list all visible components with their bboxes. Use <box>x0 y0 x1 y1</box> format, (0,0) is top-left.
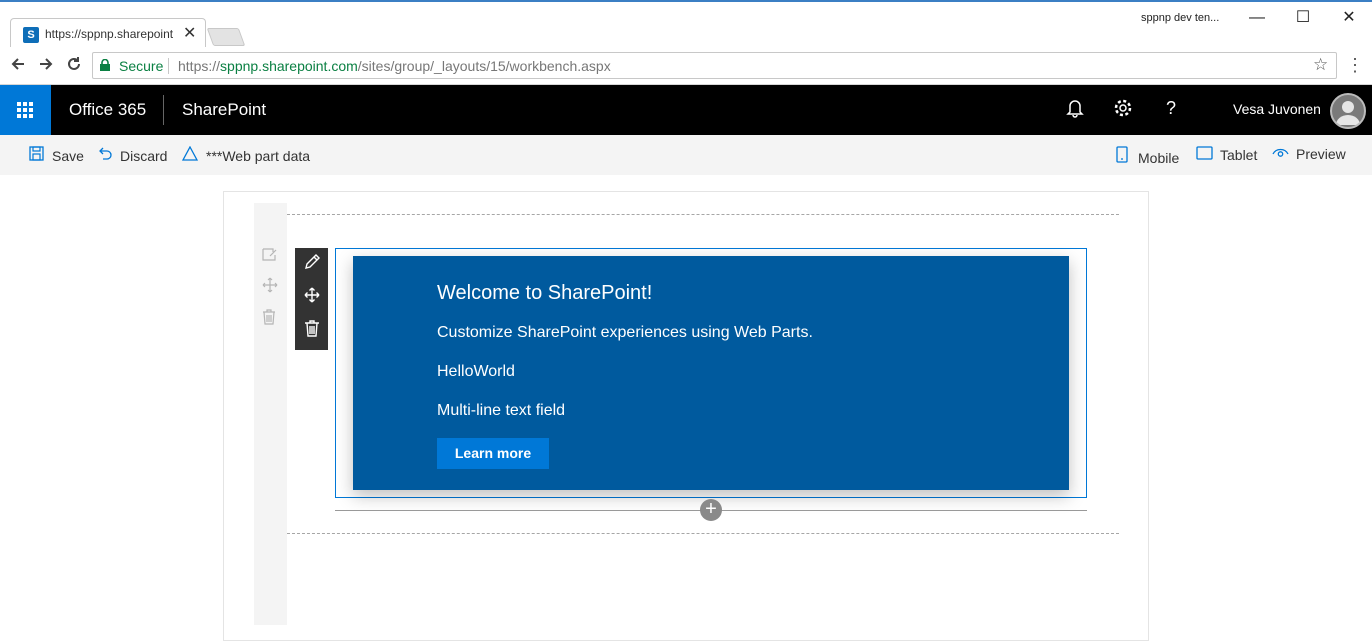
url-text: https://sppnp.sharepoint.com/sites/group… <box>178 58 611 74</box>
url-divider <box>168 58 169 74</box>
discard-button[interactable]: Discard <box>96 146 167 164</box>
web-part-data-label: ***Web part data <box>206 148 311 164</box>
browser-tabstrip: S https://sppnp.sharepoint ✕ sppnp dev t… <box>0 0 1372 49</box>
web-part-frame[interactable]: Welcome to SharePoint! Customize SharePo… <box>335 248 1087 498</box>
browser-tab[interactable]: S https://sppnp.sharepoint ✕ <box>10 18 206 49</box>
suite-bar: Office 365 SharePoint ? Vesa Juvonen <box>0 85 1372 135</box>
arrow-left-icon[interactable] <box>8 55 28 78</box>
triangle-icon <box>181 145 199 164</box>
workbench-command-bar: Save Discard ***Web part data Mobile Tab… <box>0 135 1372 175</box>
bell-icon[interactable] <box>1063 98 1087 123</box>
gear-icon[interactable] <box>1111 98 1135 123</box>
office-365-link[interactable]: Office 365 <box>69 100 146 120</box>
save-label: Save <box>52 148 84 164</box>
minimize-icon[interactable]: — <box>1234 6 1280 32</box>
window-close-icon[interactable]: ✕ <box>1326 6 1372 32</box>
add-web-part-icon[interactable]: + <box>700 499 722 521</box>
discard-label: Discard <box>120 148 168 164</box>
section-top-border <box>287 214 1119 215</box>
star-icon[interactable]: ☆ <box>1313 55 1328 75</box>
move-icon[interactable] <box>302 286 322 308</box>
address-bar[interactable]: Secure https://sppnp.sharepoint.com/site… <box>92 52 1337 79</box>
brand-divider <box>163 95 164 125</box>
tab-title: https://sppnp.sharepoint <box>45 27 174 41</box>
workbench-canvas: Welcome to SharePoint! Customize SharePo… <box>223 191 1149 641</box>
section-bottom-border <box>287 533 1119 534</box>
secure-label: Secure <box>119 58 164 74</box>
avatar[interactable] <box>1330 93 1366 129</box>
save-icon <box>28 146 44 164</box>
section-move-icon[interactable] <box>262 277 278 296</box>
web-part-title: Welcome to SharePoint! <box>437 282 653 304</box>
eye-icon <box>1272 146 1289 162</box>
undo-icon <box>96 146 112 164</box>
tablet-label: Tablet <box>1220 147 1258 163</box>
maximize-icon[interactable]: ☐ <box>1280 6 1326 32</box>
help-icon[interactable]: ? <box>1159 98 1183 119</box>
user-name[interactable]: Vesa Juvonen <box>1233 101 1321 117</box>
hello-world-web-part: Welcome to SharePoint! Customize SharePo… <box>353 256 1069 490</box>
lock-icon <box>100 59 110 71</box>
tab-close-icon[interactable]: ✕ <box>183 23 196 43</box>
preview-label: Preview <box>1296 146 1346 162</box>
section-delete-icon[interactable] <box>262 309 276 328</box>
mobile-label: Mobile <box>1138 150 1180 166</box>
url-scheme: https:// <box>178 58 221 74</box>
arrow-right-icon[interactable] <box>36 55 56 78</box>
url-host: sppnp.sharepoint.com <box>220 58 358 74</box>
trash-icon[interactable] <box>302 319 322 341</box>
tablet-icon <box>1196 146 1213 163</box>
preview-button[interactable]: Preview <box>1272 146 1346 162</box>
app-launcher-icon[interactable] <box>0 85 51 135</box>
tablet-preview-button[interactable]: Tablet <box>1196 146 1257 163</box>
browser-toolbar: Secure https://sppnp.sharepoint.com/site… <box>0 47 1372 85</box>
web-part-toolbar <box>295 248 328 350</box>
reload-icon[interactable] <box>64 55 84 78</box>
url-path: /sites/group/_layouts/15/workbench.aspx <box>357 58 611 74</box>
web-part-subtitle: Customize SharePoint experiences using W… <box>437 324 813 341</box>
window-profile-label: sppnp dev ten... <box>1141 12 1220 24</box>
sharepoint-favicon-icon: S <box>23 27 39 43</box>
kebab-menu-icon[interactable]: ⋮ <box>1346 55 1364 76</box>
pencil-icon[interactable] <box>302 253 322 275</box>
save-button[interactable]: Save <box>28 146 84 164</box>
sharepoint-link[interactable]: SharePoint <box>182 100 266 120</box>
learn-more-button[interactable]: Learn more <box>437 438 549 469</box>
mobile-phone-icon <box>1114 146 1130 166</box>
section-toolbar <box>254 203 287 625</box>
web-part-description: HelloWorld <box>437 363 515 380</box>
web-part-multiline-text: Multi-line text field <box>437 402 566 419</box>
new-tab-button[interactable] <box>206 28 246 46</box>
web-part-data-button[interactable]: ***Web part data <box>181 145 311 164</box>
mobile-preview-button[interactable]: Mobile <box>1114 146 1179 166</box>
section-edit-icon[interactable] <box>262 246 278 265</box>
